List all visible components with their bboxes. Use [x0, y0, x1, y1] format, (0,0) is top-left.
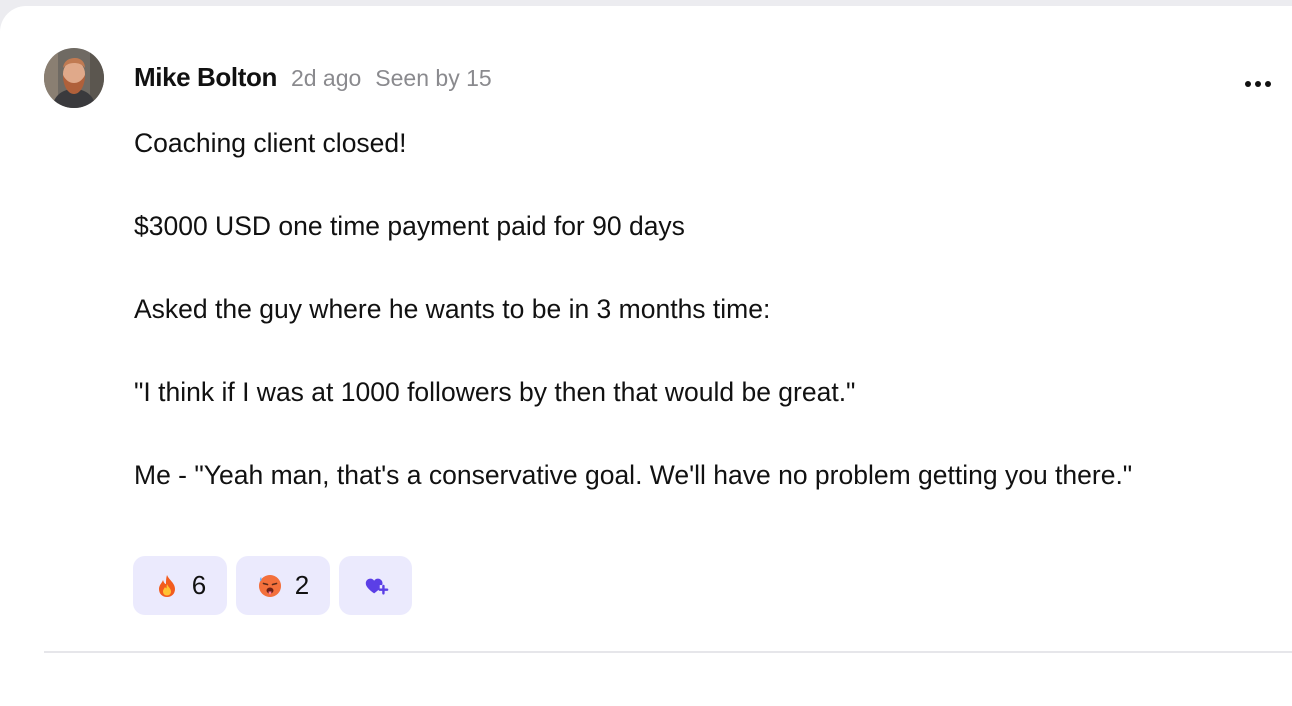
avatar[interactable]: [44, 48, 104, 108]
post-header: Mike Bolton 2d ago Seen by 15: [134, 62, 492, 93]
reaction-hot-face-button[interactable]: 2: [236, 556, 330, 615]
reaction-count: 6: [191, 570, 207, 600]
reaction-count: 2: [294, 570, 310, 600]
add-reaction-heart-icon: [363, 573, 389, 599]
hot-face-emoji-icon: [257, 573, 283, 599]
more-horizontal-icon: [1243, 81, 1273, 87]
reaction-fire-button[interactable]: 6: [133, 556, 227, 615]
post-paragraph: $3000 USD one time payment paid for 90 d…: [134, 211, 685, 241]
post-body: Coaching client closed! $3000 USD one ti…: [134, 126, 1274, 541]
fire-emoji-icon: [154, 573, 180, 599]
author-name[interactable]: Mike Bolton: [134, 62, 277, 93]
post-paragraph: "I think if I was at 1000 followers by t…: [134, 377, 856, 407]
post-paragraph: Coaching client closed!: [134, 128, 407, 158]
post-paragraph: Me - "Yeah man, that's a conservative go…: [134, 460, 1133, 490]
reactions-bar: 6 2: [133, 556, 421, 615]
post-time[interactable]: 2d ago: [291, 65, 361, 92]
more-options-button[interactable]: [1238, 72, 1278, 96]
post-card: Mike Bolton 2d ago Seen by 15 Coaching c…: [0, 6, 1292, 706]
post-divider: [44, 651, 1292, 653]
user-avatar-photo: [44, 48, 104, 108]
seen-count[interactable]: Seen by 15: [375, 65, 491, 92]
add-reaction-button[interactable]: [339, 556, 412, 615]
post-paragraph: Asked the guy where he wants to be in 3 …: [134, 294, 771, 324]
